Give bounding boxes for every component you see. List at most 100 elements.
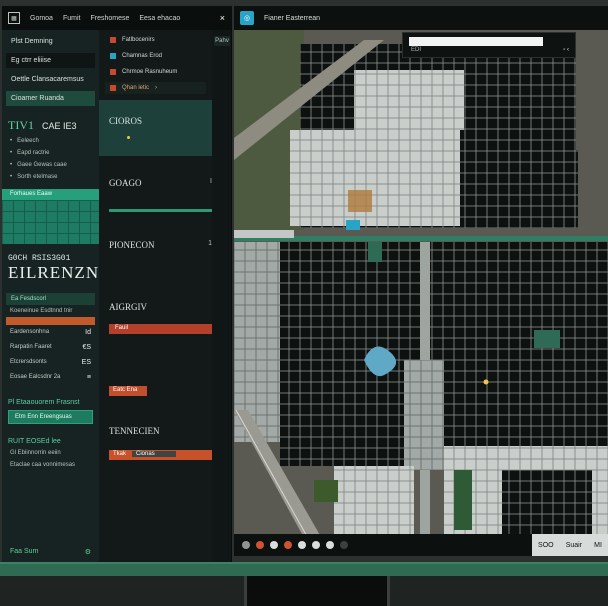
- menu-item[interactable]: Chamnas Erod: [105, 50, 206, 62]
- grid-block[interactable]: [290, 130, 460, 226]
- grid-block[interactable]: [334, 466, 414, 536]
- sidebar-header-sub: CAE IE3: [42, 120, 77, 131]
- metric-card[interactable]: GOAGO I: [99, 162, 212, 218]
- square-icon: [110, 69, 116, 75]
- metric-card[interactable]: Eatc Ena: [99, 348, 212, 404]
- sidebar-panel: Plst Demning Eg ctrr eliiise Oettle Clan…: [2, 30, 125, 562]
- search-label: EDI: [411, 47, 422, 53]
- status-value: Suair: [565, 541, 583, 549]
- note-text: Etaclae caa vonnimesas: [10, 462, 76, 468]
- monitor-base: [0, 562, 608, 576]
- map-search-panel: EDI ▫ ‹: [402, 32, 576, 58]
- stat-row: Eosae Ealcsdnr 2a ≡: [10, 374, 91, 381]
- settings-icon[interactable]: ⚙: [85, 548, 91, 556]
- sidebar-button[interactable]: Eg ctrr eliiise: [6, 53, 95, 68]
- status-value: SOO: [538, 541, 554, 549]
- sidebar-button[interactable]: Oettle Clansacaremsus: [6, 72, 95, 87]
- stat-row: Etcrersdsonts ES: [10, 359, 91, 366]
- title-item[interactable]: Gomoa: [30, 15, 53, 22]
- metric-card[interactable]: TENNECIEN Tkak Cionas: [99, 410, 212, 466]
- title-item[interactable]: Fumit: [63, 15, 81, 22]
- highlight-marker[interactable]: [346, 220, 360, 230]
- record-icon[interactable]: [284, 541, 292, 549]
- close-icon[interactable]: ×: [220, 13, 225, 23]
- note-text: Gl Ebiinnorrin eeiin: [10, 450, 61, 456]
- grid-block[interactable]: [404, 360, 444, 470]
- metric-label: TENNECIEN: [109, 426, 160, 436]
- menu-item-active[interactable]: Qhan ietic ›: [105, 82, 206, 94]
- tool-icon[interactable]: [270, 541, 278, 549]
- alert-bar: Fauil: [109, 324, 212, 334]
- title-item[interactable]: Eesa ehacao: [139, 15, 180, 22]
- metric-card[interactable]: PIONECON 1: [99, 224, 212, 280]
- metrics-panel: Fatlbocenirs Chamnas Erod Chrmoe Rasnuhe…: [99, 30, 212, 562]
- map-canvas[interactable]: [234, 30, 608, 556]
- tool-icon[interactable]: [312, 541, 320, 549]
- metric-label: AIGRGIV: [109, 302, 147, 312]
- side-tabs: Pahv: [212, 30, 231, 562]
- record-icon[interactable]: [256, 541, 264, 549]
- split-bar: Tkak Cionas: [109, 450, 212, 460]
- list-item[interactable]: • Sorth etelmase: [2, 171, 99, 183]
- metric-label: PIONECON: [109, 240, 155, 250]
- tool-icon[interactable]: [340, 541, 348, 549]
- grid-block[interactable]: [280, 370, 410, 466]
- action-button[interactable]: Etm Enn Ereengsuas: [8, 410, 93, 424]
- grid-block[interactable]: [280, 242, 420, 378]
- menu-item[interactable]: Fatlbocenirs: [105, 34, 206, 46]
- bullet-icon: •: [10, 138, 13, 144]
- grid-block[interactable]: [502, 470, 592, 540]
- sidebar-button[interactable]: Plst Demning: [6, 34, 95, 49]
- list-item[interactable]: • Eapd ractrie: [2, 147, 99, 159]
- chevron-right-icon: ›: [155, 85, 158, 91]
- bullet-icon: •: [10, 150, 13, 156]
- search-controls[interactable]: ▫ ‹: [563, 47, 569, 53]
- status-value: MI: [594, 541, 602, 549]
- status-note: Koeneinue Esdtnnd tnir: [10, 308, 73, 314]
- sidebar-header: TIV1 CAE IE3: [8, 118, 93, 133]
- tool-icon[interactable]: [242, 541, 250, 549]
- map-toolbar: [234, 534, 532, 556]
- sidebar-header-title: TIV1: [8, 118, 34, 132]
- progress-bar: [109, 209, 212, 212]
- grid-block[interactable]: [354, 70, 464, 130]
- sidebar-button[interactable]: Cioamer Ruanda: [6, 91, 95, 106]
- calendar-grid[interactable]: [2, 200, 99, 244]
- map-window-title: Fianer Easterrean: [264, 14, 321, 22]
- list-item[interactable]: • Gaee Gewas caae: [2, 159, 99, 171]
- city-map[interactable]: EDI ▫ ‹ SOO Suair MI: [234, 30, 608, 556]
- bullet-icon: •: [10, 174, 13, 180]
- list-item[interactable]: • Eeleech: [2, 135, 99, 147]
- square-icon: [110, 37, 116, 43]
- metric-card[interactable]: AIGRGIV Fauil: [99, 286, 212, 342]
- map-status-bar: SOO Suair MI: [532, 534, 608, 556]
- footer-link[interactable]: Faa Sum: [10, 548, 38, 556]
- map-titlebar: ◎ Fianer Easterrean: [234, 6, 608, 30]
- tool-icon[interactable]: [326, 541, 334, 549]
- dashboard-window: ▦ Gomoa Fumit Freshomese Eesa ehacao × P…: [2, 6, 232, 562]
- title-item[interactable]: Freshomese: [90, 15, 129, 22]
- bullet-icon: •: [10, 162, 13, 168]
- stat-row: Eardensonhna Id: [10, 329, 91, 336]
- app-logo-icon: ▦: [8, 12, 20, 24]
- section-title: Pl Etaaouorem Frasnst: [8, 399, 80, 406]
- metric-card[interactable]: CIOROS: [99, 100, 212, 156]
- square-icon: [110, 53, 116, 59]
- menu-item[interactable]: Chrmoe Rasnuheum: [105, 66, 206, 78]
- panel-subtitle: G0CH RSIS3G01: [8, 254, 71, 263]
- tool-icon[interactable]: [298, 541, 306, 549]
- grid-block[interactable]: [460, 150, 578, 228]
- search-input[interactable]: [409, 37, 543, 46]
- section-title: RUIT EOSEd lee: [8, 438, 61, 445]
- square-icon: [110, 85, 116, 91]
- alert-button[interactable]: Eatc Ena: [109, 386, 147, 396]
- grid-block[interactable]: [430, 362, 608, 446]
- location-pin-icon[interactable]: [483, 379, 489, 385]
- metric-label: CIOROS: [109, 116, 143, 126]
- grid-block[interactable]: [430, 242, 608, 362]
- map-window: ◎ Fianer Easterrean EDI ▫ ‹ SOO Suair MI: [234, 6, 608, 556]
- indicator-dot: [127, 136, 130, 139]
- tab-pahv[interactable]: Pahv: [214, 36, 230, 46]
- stat-row: Rarpatin Faaret €S: [10, 344, 91, 351]
- metric-label: GOAGO: [109, 178, 142, 188]
